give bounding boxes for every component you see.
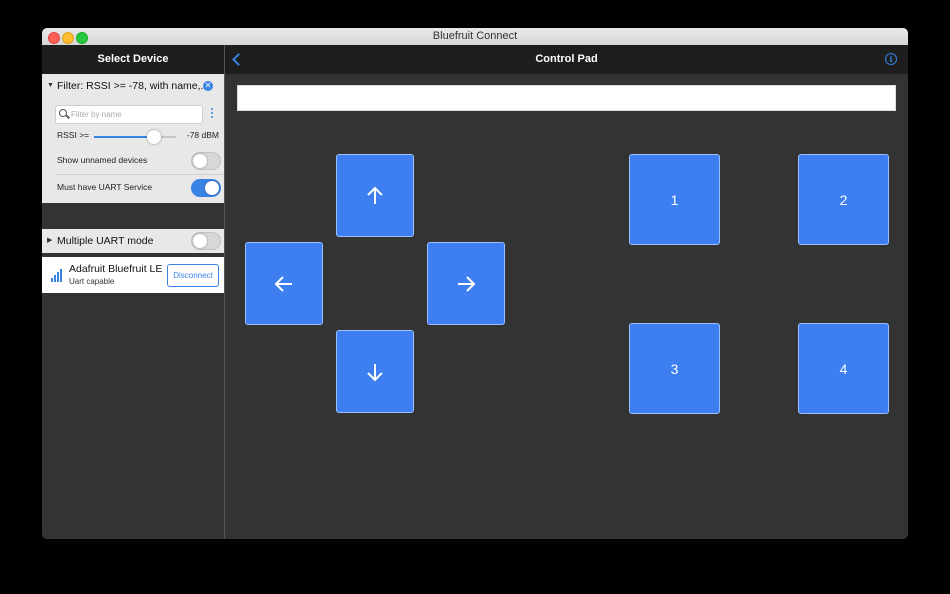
rssi-slider[interactable] [94, 130, 176, 144]
page-title: Control Pad [535, 53, 598, 65]
show-unnamed-label: Show unnamed devices [57, 155, 148, 165]
filter-name-input[interactable] [71, 107, 196, 121]
rssi-label: RSSI >= [57, 130, 90, 140]
must-uart-row: Must have UART Service [57, 174, 224, 200]
multiple-uart-toggle[interactable] [191, 232, 221, 250]
filter-search-box[interactable] [55, 105, 203, 124]
dpad-left-button[interactable] [245, 242, 323, 325]
device-capability: Uart capable [69, 277, 115, 286]
arrow-up-icon [367, 186, 383, 204]
disclosure-down-icon[interactable]: ▼ [47, 74, 54, 98]
filter-summary: Filter: RSSI >= -78, with name,... [57, 80, 210, 92]
clear-filter-icon[interactable]: ✕ [203, 81, 213, 91]
filter-panel: ▼ Filter: RSSI >= -78, with name,... ✕ R… [42, 74, 224, 203]
must-uart-label: Must have UART Service [57, 182, 153, 192]
rssi-slider-thumb[interactable] [146, 130, 161, 144]
rssi-value: -78 dBM [186, 130, 219, 140]
nav-bar: Control Pad i [225, 45, 908, 74]
pad-button-1[interactable]: 1 [629, 154, 720, 245]
rssi-slider-fill [94, 136, 154, 138]
show-unnamed-toggle[interactable] [191, 152, 221, 170]
arrow-down-icon [367, 363, 383, 381]
device-name: Adafruit Bluefruit LE [69, 263, 163, 275]
sidebar-title: Select Device [42, 45, 224, 74]
more-options-icon[interactable] [211, 108, 214, 120]
title-bar: Bluefruit Connect [42, 28, 908, 46]
filter-summary-row[interactable]: ▼ Filter: RSSI >= -78, with name,... ✕ [42, 74, 224, 98]
signal-strength-icon [51, 268, 65, 282]
disclosure-right-icon[interactable]: ▶ [47, 229, 52, 253]
search-icon [59, 109, 67, 117]
dpad-up-button[interactable] [336, 154, 414, 237]
dpad-right-button[interactable] [427, 242, 505, 325]
app-window: Bluefruit Connect Select Device ▼ Filter… [42, 28, 908, 539]
must-uart-toggle[interactable] [191, 179, 221, 197]
received-data-field [237, 85, 896, 111]
multiple-uart-label: Multiple UART mode [57, 235, 154, 247]
info-icon[interactable]: i [885, 53, 897, 65]
multiple-uart-row[interactable]: ▶ Multiple UART mode [42, 229, 224, 253]
show-unnamed-row: Show unnamed devices [57, 148, 224, 173]
dpad-down-button[interactable] [336, 330, 414, 413]
pad-button-2[interactable]: 2 [798, 154, 889, 245]
control-pad-view: Control Pad i 1 2 3 4 [225, 45, 908, 539]
pad-button-4[interactable]: 4 [798, 323, 889, 414]
pad-button-3[interactable]: 3 [629, 323, 720, 414]
arrow-right-icon [458, 275, 476, 292]
window-title: Bluefruit Connect [432, 30, 518, 42]
disconnect-button[interactable]: Disconnect [167, 264, 219, 287]
arrow-left-icon [274, 275, 292, 292]
device-list-item[interactable]: Adafruit Bluefruit LE Uart capable Disco… [42, 257, 224, 293]
device-sidebar: Select Device ▼ Filter: RSSI >= -78, wit… [42, 45, 225, 539]
